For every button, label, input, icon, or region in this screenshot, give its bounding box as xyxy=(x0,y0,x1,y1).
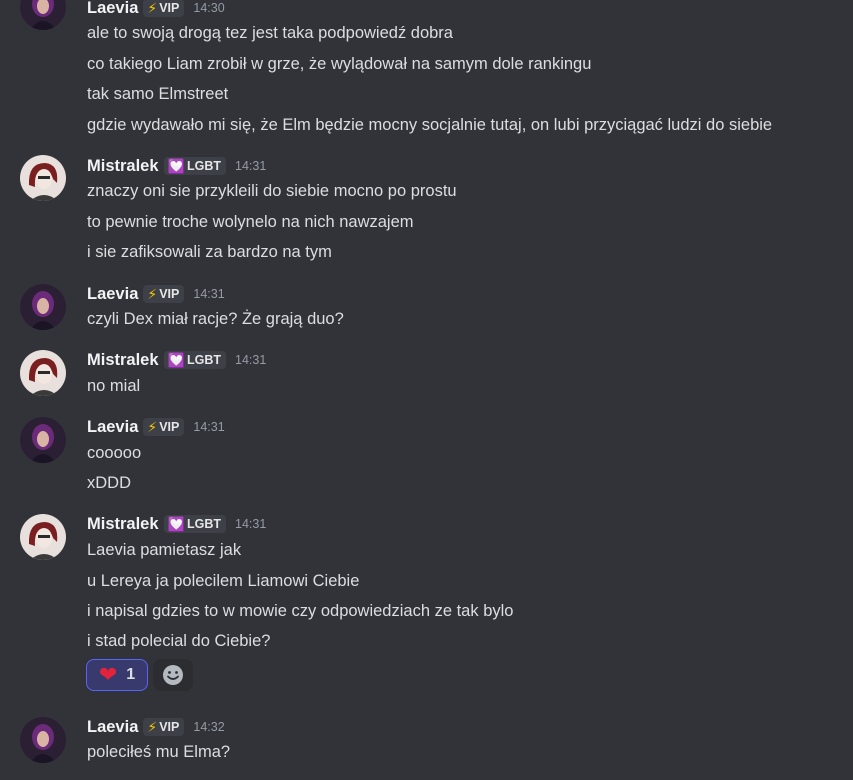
avatar[interactable] xyxy=(20,350,66,396)
role-tag[interactable]: ⚡ VIP xyxy=(143,718,185,736)
role-tag[interactable]: 💟 LGBT xyxy=(163,157,227,175)
username[interactable]: Laevia xyxy=(87,418,138,437)
message-line: ale to swoją drogą tez jest taka podpowi… xyxy=(87,24,453,42)
message-line: poleciłeś mu Elma? xyxy=(87,743,231,761)
username[interactable]: Laevia xyxy=(87,0,138,18)
avatar[interactable] xyxy=(20,514,66,560)
username[interactable]: Mistralek xyxy=(87,515,159,534)
message-line: u Lereya ja polecilem Liamowi Ciebie xyxy=(87,572,360,590)
timestamp[interactable]: 14:30 xyxy=(193,1,224,15)
lightning-icon: ⚡ xyxy=(147,0,158,16)
message-line: xDDD xyxy=(87,474,131,492)
role-tag[interactable]: ⚡ VIP xyxy=(143,285,185,303)
heart-icon: 💟 xyxy=(167,515,185,532)
heart-icon: 💟 xyxy=(167,351,185,368)
role-tag-label: VIP xyxy=(159,420,180,434)
timestamp[interactable]: 14:31 xyxy=(193,287,224,301)
message-header: Laevia ⚡ VIP 14:31 xyxy=(87,416,225,438)
role-tag-label: VIP xyxy=(159,720,180,734)
message-line: znaczy oni sie przykleili do siebie mocn… xyxy=(87,182,457,200)
timestamp[interactable]: 14:31 xyxy=(235,517,266,531)
message-line: cooooo xyxy=(87,444,142,462)
avatar[interactable] xyxy=(20,417,66,463)
avatar[interactable] xyxy=(20,0,66,30)
username[interactable]: Laevia xyxy=(87,285,138,304)
role-tag-label: LGBT xyxy=(186,353,222,367)
avatar[interactable] xyxy=(20,717,66,763)
role-tag-label: LGBT xyxy=(186,517,222,531)
role-tag[interactable]: 💟 LGBT xyxy=(163,351,227,369)
reaction-count: 1 xyxy=(126,666,136,683)
role-tag[interactable]: ⚡ VIP xyxy=(143,0,185,17)
lightning-icon: ⚡ xyxy=(147,418,158,435)
timestamp[interactable]: 14:31 xyxy=(235,159,266,173)
role-tag[interactable]: 💟 LGBT xyxy=(163,515,227,533)
message-header: Laevia ⚡ VIP 14:30 xyxy=(87,0,225,19)
username[interactable]: Laevia xyxy=(87,718,138,737)
timestamp[interactable]: 14:31 xyxy=(235,353,266,367)
timestamp[interactable]: 14:31 xyxy=(193,420,224,434)
avatar[interactable] xyxy=(20,155,66,201)
message-header: Mistralek 💟 LGBT 14:31 xyxy=(87,155,266,177)
avatar[interactable] xyxy=(20,284,66,330)
username[interactable]: Mistralek xyxy=(87,157,159,176)
reactions-bar: ❤ 1 xyxy=(86,659,193,691)
message-header: Laevia ⚡ VIP 14:32 xyxy=(87,716,225,738)
message-line: to pewnie troche wolynelo na nich nawzaj… xyxy=(87,213,414,231)
message-line: gdzie wydawało mi się, że Elm będzie moc… xyxy=(87,116,773,134)
username[interactable]: Mistralek xyxy=(87,351,159,370)
message-line: i sie zafiksowali za bardzo na tym xyxy=(87,243,332,261)
timestamp[interactable]: 14:32 xyxy=(193,720,224,734)
message-header: Mistralek 💟 LGBT 14:31 xyxy=(87,349,266,371)
heart-emoji-icon: ❤ xyxy=(98,662,118,687)
role-tag-label: LGBT xyxy=(186,159,222,173)
heart-icon: 💟 xyxy=(167,157,185,174)
reaction-heart[interactable]: ❤ 1 xyxy=(86,659,148,691)
message-line: tak samo Elmstreet xyxy=(87,85,229,103)
message-header: Mistralek 💟 LGBT 14:31 xyxy=(87,513,266,535)
message-header: Laevia ⚡ VIP 14:31 xyxy=(87,283,225,305)
message-line: no mial xyxy=(87,377,141,395)
message-line: czyli Dex miał racje? Że grają duo? xyxy=(87,310,344,328)
message-line: Laevia pamietasz jak xyxy=(87,541,242,559)
lightning-icon: ⚡ xyxy=(147,718,158,735)
message-line: i napisal gdzies to w mowie czy odpowied… xyxy=(87,602,514,620)
message-line: i stad polecial do Ciebie? xyxy=(87,632,271,650)
role-tag-label: VIP xyxy=(159,287,180,301)
smiley-icon xyxy=(163,665,183,685)
add-reaction-button[interactable] xyxy=(153,659,193,691)
message-line: co takiego Liam zrobił w grze, że wylądo… xyxy=(87,55,592,73)
lightning-icon: ⚡ xyxy=(147,285,158,302)
role-tag-label: VIP xyxy=(159,1,180,15)
role-tag[interactable]: ⚡ VIP xyxy=(143,418,185,436)
